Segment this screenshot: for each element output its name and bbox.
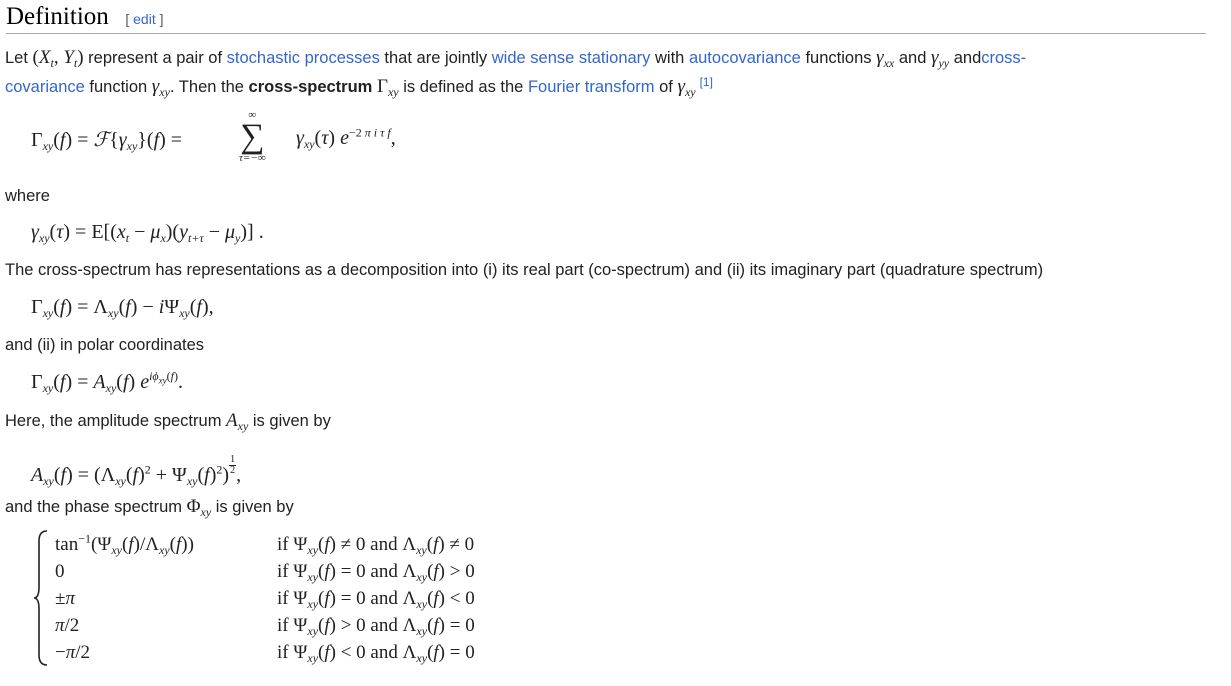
link-cross-covariance-part2[interactable]: covariance: [5, 78, 85, 96]
article-section: Definition [ edit ] Let (Xt, Yt) represe…: [0, 0, 1231, 686]
reference-link[interactable]: [1]: [700, 75, 713, 89]
phase-paragraph: and the phase spectrum Φxy is given by: [5, 496, 294, 519]
section-heading: Definition [ edit ]: [6, 2, 1206, 34]
link-fourier-transform[interactable]: Fourier transform: [528, 78, 655, 96]
polar-paragraph: and (ii) in polar coordinates: [5, 336, 205, 354]
math-gamma-yy: γyy: [930, 47, 950, 70]
math-gamma-xy-2: γxy: [677, 76, 696, 99]
amplitude-paragraph: Here, the amplitude spectrum Axy is give…: [5, 410, 331, 433]
intro-line-1: Let (Xt, Yt) represent a pair of stochas…: [5, 47, 1027, 70]
equation-co-quad-spectrum: Γxy(f) = Λxy(f) − iΨxy(f),: [31, 296, 214, 320]
representation-paragraph: The cross-spectrum has representations a…: [5, 261, 1044, 279]
equation-amplitude-spectrum: Axy(f) = (Λxy(f)2 + Ψxy(f)2)1 2,: [31, 454, 242, 488]
math-gamma-xx: γxx: [876, 47, 895, 70]
link-cross-covariance-part1[interactable]: cross-: [981, 49, 1026, 67]
equation-cross-covariance: γxy(τ) = E[(xt − μx)(yt+τ − μy)] .: [31, 221, 264, 245]
case-4-condition: if Ψxy(f) > 0 and Λxy(f) = 0: [277, 615, 475, 638]
equation-polar-form: Γxy(f) = Axy(f) eiϕxy(f).: [31, 369, 183, 395]
term-cross-spectrum: cross-spectrum: [248, 78, 373, 96]
math-gamma-xy: γxy: [151, 76, 170, 99]
equation-summand: γxy(τ) e−2 π i τ f,: [296, 125, 396, 151]
section-title: Definition: [6, 3, 109, 30]
case-5-value: −π/2: [55, 642, 91, 663]
math-pair: (Xt, Yt): [32, 47, 84, 70]
equation-cross-spectrum-definition: Γxy(f) = ℱ{γxy}(f) =: [31, 129, 183, 153]
intro-line-2: covariance function γxy. Then the cross-…: [5, 75, 713, 99]
cases-brace: [33, 530, 48, 666]
math-Phi-xy: Φxy: [186, 496, 212, 519]
case-4-value: π/2: [55, 615, 80, 636]
link-autocovariance[interactable]: autocovariance: [689, 49, 801, 67]
edit-link[interactable]: edit: [133, 11, 156, 27]
case-3-condition: if Ψxy(f) = 0 and Λxy(f) < 0: [277, 588, 475, 611]
edit-section: [ edit ]: [125, 11, 164, 27]
link-stochastic-processes[interactable]: stochastic processes: [227, 49, 380, 67]
where-label: where: [5, 187, 50, 205]
case-2-condition: if Ψxy(f) = 0 and Λxy(f) > 0: [277, 561, 475, 584]
case-5-condition: if Ψxy(f) < 0 and Λxy(f) = 0: [277, 642, 475, 665]
summation-symbol: ∞ ∑ τ=−∞: [239, 109, 266, 164]
link-wide-sense-stationary[interactable]: wide sense stationary: [492, 49, 651, 67]
case-3-value: ±π: [55, 588, 75, 609]
math-Gamma-xy: Γxy: [376, 76, 399, 99]
case-1-value: tan−1(Ψxy(f)/Λxy(f)): [55, 531, 194, 557]
math-A-xy: Axy: [226, 410, 249, 433]
case-1-condition: if Ψxy(f) ≠ 0 and Λxy(f) ≠ 0: [277, 534, 475, 557]
case-2-value: 0: [55, 561, 65, 582]
